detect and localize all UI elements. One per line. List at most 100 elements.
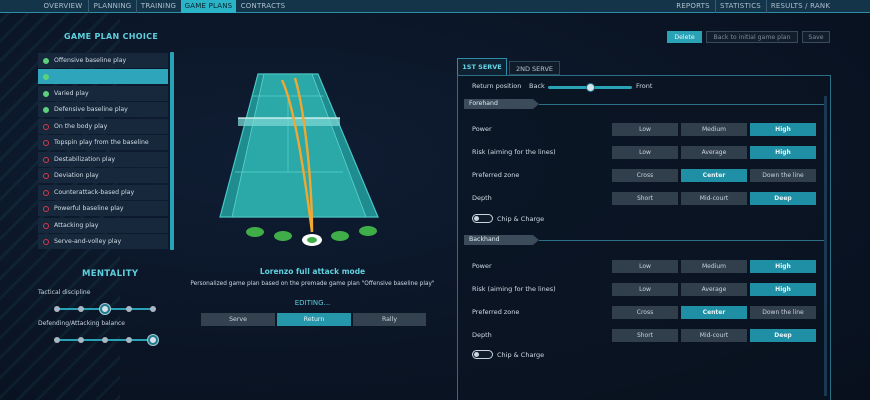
slider-step[interactable] (150, 306, 156, 312)
forehand-option-button[interactable]: Low (612, 146, 678, 159)
top-navigation: OVERVIEW PLANNING TRAINING GAME PLANS CO… (0, 0, 870, 13)
forehand-option-button[interactable]: Low (612, 123, 678, 136)
forehand-row-label: Power (472, 125, 492, 133)
backhand-option-button[interactable]: High (750, 260, 816, 273)
backhand-option-button[interactable]: Mid-court (681, 329, 747, 342)
mentality-title: MENTALITY (82, 269, 139, 279)
backhand-option-button[interactable]: High (750, 283, 816, 296)
forehand-option-button[interactable]: Down the line (750, 169, 816, 182)
tab-first-serve[interactable]: 1ST SERVE (457, 58, 507, 75)
plan-item-destabilization[interactable]: Destabilization play (38, 152, 168, 167)
balance-label: Defending/Attacking balance (38, 320, 125, 327)
save-button[interactable]: Save (802, 31, 830, 43)
mode-return-button[interactable]: Return (277, 313, 351, 326)
backhand-option-button[interactable]: Deep (750, 329, 816, 342)
plan-item-powerful-baseline[interactable]: Powerful baseline play (38, 201, 168, 216)
slider-step[interactable] (54, 306, 60, 312)
plan-item-label: Deviation play (54, 172, 99, 179)
plan-item-label: Counterattack-based play (54, 189, 135, 196)
forehand-row-label: Risk (aiming for the lines) (472, 148, 556, 156)
forehand-header: Forehand (464, 99, 539, 109)
plan-status-icon (43, 139, 49, 146)
net (238, 118, 340, 126)
plan-item-attacking[interactable]: Attacking play (38, 218, 168, 233)
plan-item-deviation[interactable]: Deviation play (38, 168, 168, 183)
backhand-row-label: Preferred zone (472, 308, 520, 316)
mode-rally-button[interactable]: Rally (353, 313, 426, 326)
plan-item-label: Attacking play (54, 222, 99, 229)
backhand-option-button[interactable]: Center (681, 306, 747, 319)
forehand-option-button[interactable]: High (750, 123, 816, 136)
plan-item-selected[interactable] (38, 69, 168, 84)
plan-item-topspin-baseline[interactable]: Topspin play from the baseline (38, 135, 168, 150)
plan-status-icon (43, 189, 49, 196)
backhand-option-button[interactable]: Medium (681, 260, 747, 273)
backhand-option-button[interactable]: Down the line (750, 306, 816, 319)
plan-list-scrollbar[interactable] (170, 52, 174, 250)
forehand-option-button[interactable]: Center (681, 169, 747, 182)
plan-item-label: Varied play (54, 90, 89, 97)
slider-step[interactable] (102, 337, 108, 343)
back-to-initial-button[interactable]: Back to initial game plan (706, 31, 798, 43)
slider-knob-selected[interactable] (148, 335, 158, 345)
plan-item-varied[interactable]: Varied play (38, 86, 168, 101)
forehand-row-label: Preferred zone (472, 171, 520, 179)
backhand-header: Backhand (464, 235, 539, 245)
forehand-chip-charge-toggle[interactable] (472, 214, 493, 223)
tab-planning[interactable]: PLANNING (88, 0, 136, 13)
target-zone (359, 226, 377, 236)
settings-scrollbar[interactable] (824, 96, 827, 396)
tab-second-serve[interactable]: 2ND SERVE (509, 61, 560, 75)
forehand-option-button[interactable]: Deep (750, 192, 816, 205)
plan-status-icon (43, 205, 49, 212)
plan-status-icon (43, 73, 49, 80)
backhand-option-button[interactable]: Short (612, 329, 678, 342)
plan-item-label: Defensive baseline play (54, 106, 128, 113)
target-zone-center (307, 237, 317, 243)
forehand-option-button[interactable]: High (750, 146, 816, 159)
plan-item-serve-and-volley[interactable]: Serve-and-volley play (38, 234, 168, 249)
slider-step[interactable] (126, 337, 132, 343)
slider-step[interactable] (78, 306, 84, 312)
tab-game-plans[interactable]: GAME PLANS (181, 0, 236, 13)
forehand-option-button[interactable]: Medium (681, 123, 747, 136)
forehand-option-button[interactable]: Cross (612, 169, 678, 182)
tab-training[interactable]: TRAINING (136, 0, 180, 13)
plan-item-offensive-baseline[interactable]: Offensive baseline play (38, 53, 168, 68)
slider-step[interactable] (54, 337, 60, 343)
slider-knob-selected[interactable] (100, 304, 110, 314)
plan-item-defensive-baseline[interactable]: Defensive baseline play (38, 102, 168, 117)
slider-step[interactable] (78, 337, 84, 343)
backhand-option-button[interactable]: Average (681, 283, 747, 296)
mode-serve-button[interactable]: Serve (201, 313, 275, 326)
plan-status-icon (43, 238, 49, 245)
forehand-row-label: Depth (472, 194, 492, 202)
plan-item-counterattack[interactable]: Counterattack-based play (38, 185, 168, 200)
tab-results-rank[interactable]: RESULTS / RANK (766, 0, 834, 13)
return-position-back: Back (529, 82, 545, 90)
plan-item-on-the-body[interactable]: On the body play (38, 119, 168, 134)
forehand-option-button[interactable]: Short (612, 192, 678, 205)
backhand-chip-charge-toggle[interactable] (472, 350, 493, 359)
backhand-option-button[interactable]: Low (612, 260, 678, 273)
return-position-label: Return position (472, 82, 522, 90)
backhand-option-button[interactable]: Cross (612, 306, 678, 319)
forehand-option-button[interactable]: Average (681, 146, 747, 159)
return-position-front: Front (636, 82, 653, 90)
tab-statistics[interactable]: STATISTICS (715, 0, 765, 13)
tab-overview[interactable]: OVERVIEW (38, 0, 88, 13)
forehand-option-button[interactable]: Mid-court (681, 192, 747, 205)
delete-button[interactable]: Delete (667, 31, 702, 43)
backhand-row-label: Power (472, 262, 492, 270)
tab-reports[interactable]: REPORTS (672, 0, 714, 13)
plan-item-label: Destabilization play (54, 156, 116, 163)
slider-step[interactable] (126, 306, 132, 312)
tab-contracts[interactable]: CONTRACTS (238, 0, 288, 13)
backhand-option-button[interactable]: Low (612, 283, 678, 296)
backhand-row-label: Risk (aiming for the lines) (472, 285, 556, 293)
plan-status-icon (43, 123, 49, 130)
target-zone (331, 231, 349, 241)
return-position-knob[interactable] (585, 83, 595, 92)
forehand-chip-charge-label: Chip & Charge (497, 215, 545, 223)
plan-name: Lorenzo full attack mode (259, 267, 366, 276)
